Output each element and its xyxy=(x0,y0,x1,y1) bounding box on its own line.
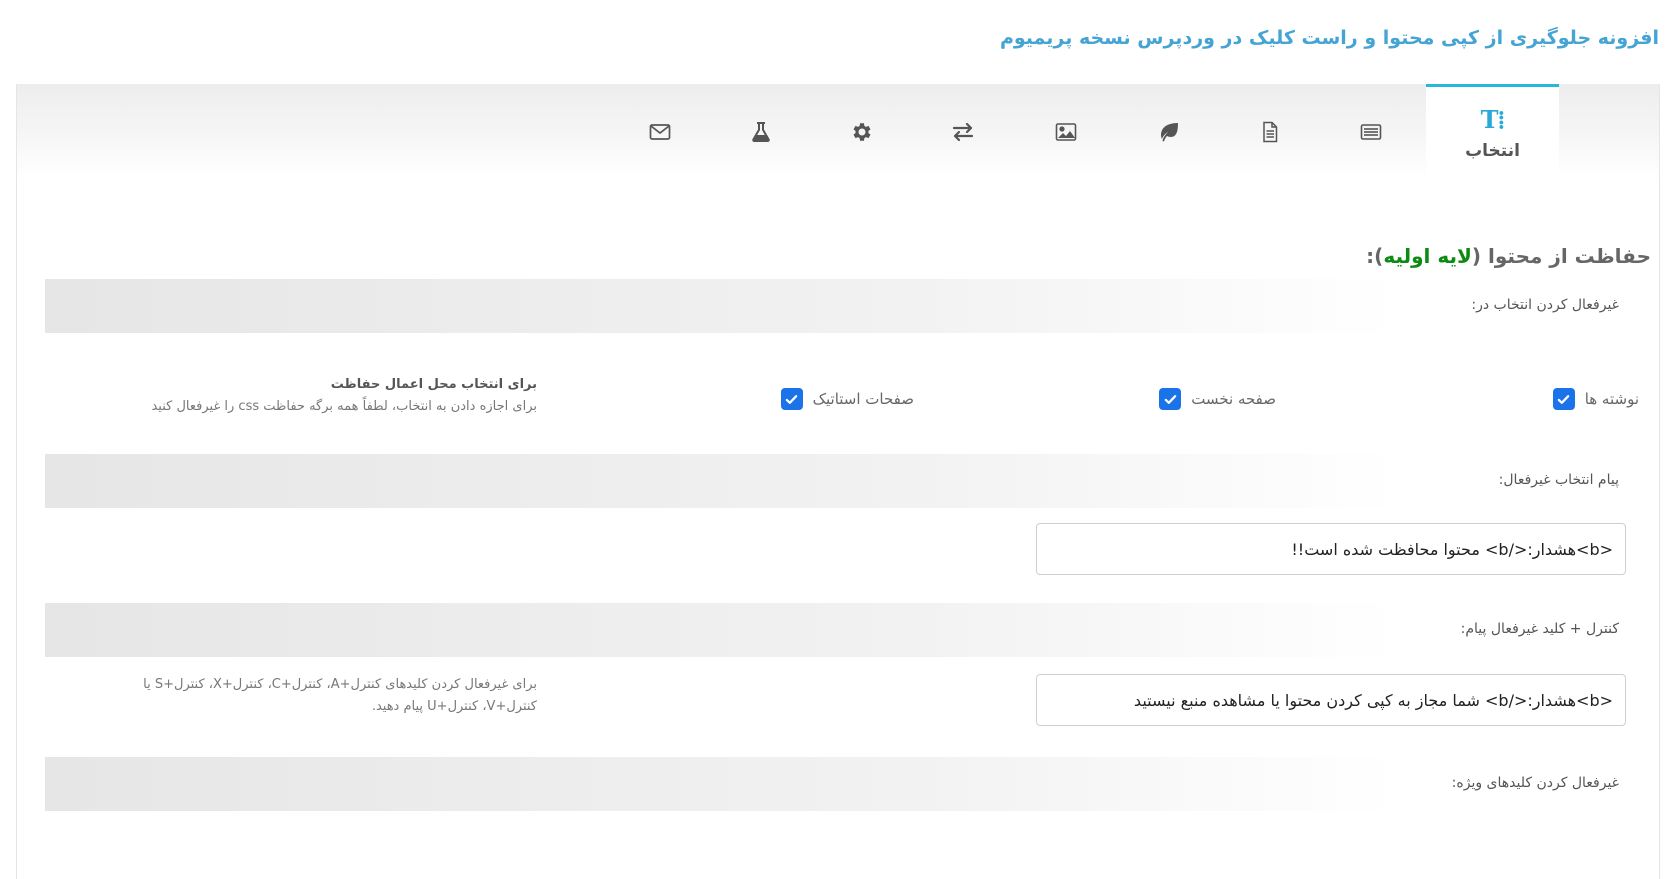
tab-lab[interactable] xyxy=(711,84,811,179)
option-homepage[interactable]: صفحه نخست xyxy=(1159,388,1276,410)
tab-selection[interactable]: T⁞ انتخاب xyxy=(1426,84,1559,179)
help-title: برای انتخاب محل اعمال حفاظت xyxy=(330,377,537,392)
image-icon xyxy=(1055,122,1077,141)
tab-bar: T⁞ انتخاب xyxy=(17,84,1659,179)
tab-image[interactable] xyxy=(1016,84,1116,179)
ctrl-message-label: کنترل + کلید غیرفعال پیام: xyxy=(1460,621,1619,637)
posts-label: نوشته ها xyxy=(1584,390,1639,408)
tab-leaf[interactable] xyxy=(1119,84,1219,179)
selection-message-input[interactable] xyxy=(1036,523,1626,575)
static-pages-label: صفحات استاتیک xyxy=(812,390,914,408)
help-text: برای اجازه دادن به انتخاب، لطفاً همه برگ… xyxy=(151,399,537,414)
tab-settings[interactable] xyxy=(812,84,912,179)
option-posts[interactable]: نوشته ها xyxy=(1552,388,1639,410)
selection-message-label: پیام انتخاب غیرفعال: xyxy=(1498,472,1619,488)
leaf-icon xyxy=(1161,122,1178,141)
homepage-checkbox[interactable] xyxy=(1159,388,1182,410)
flask-icon xyxy=(752,121,770,142)
document-icon xyxy=(1263,121,1278,142)
tab-mail[interactable] xyxy=(610,84,710,179)
special-keys-label: غیرفعال کردن کلیدهای ویژه: xyxy=(1451,775,1619,791)
transfer-arrows-icon xyxy=(952,122,974,141)
tab-list[interactable] xyxy=(1321,84,1421,179)
mail-icon xyxy=(649,123,671,140)
disable-selection-header: غیرفعال کردن انتخاب در: xyxy=(45,279,1635,333)
disable-selection-help: برای انتخاب محل اعمال حفاظت برای اجازه د… xyxy=(107,374,537,418)
ctrl-help-line2: کنترل+V، کنترل+U پیام دهید. xyxy=(371,699,537,714)
static-pages-checkbox[interactable] xyxy=(780,388,803,410)
special-keys-header: غیرفعال کردن کلیدهای ویژه: xyxy=(45,757,1635,811)
tab-selection-label: انتخاب xyxy=(1465,141,1520,161)
settings-panel: T⁞ انتخاب حفاظت از محتوا (لایه اولیه): غ… xyxy=(16,84,1660,879)
ctrl-message-help: برای غیرفعال کردن کلیدهای کنترل+A، کنترل… xyxy=(107,674,537,718)
list-icon xyxy=(1360,123,1382,140)
gear-icon xyxy=(853,122,871,141)
tab-transfer[interactable] xyxy=(913,84,1013,179)
ctrl-message-header: کنترل + کلید غیرفعال پیام: xyxy=(45,603,1635,657)
plugin-title: افزونه جلوگیری از کپی محتوا و راست کلیک … xyxy=(999,27,1659,49)
ctrl-message-input[interactable] xyxy=(1036,674,1626,726)
tab-document[interactable] xyxy=(1220,84,1320,179)
section-title: حفاظت از محتوا (لایه اولیه): xyxy=(1366,244,1651,268)
selection-message-header: پیام انتخاب غیرفعال: xyxy=(45,454,1635,508)
ctrl-help-line1: برای غیرفعال کردن کلیدهای کنترل+A، کنترل… xyxy=(143,677,537,692)
checkmark-icon xyxy=(785,394,798,404)
homepage-label: صفحه نخست xyxy=(1191,390,1276,408)
option-static-pages[interactable]: صفحات استاتیک xyxy=(780,388,914,410)
disable-selection-label: غیرفعال کردن انتخاب در: xyxy=(1471,297,1619,313)
posts-checkbox[interactable] xyxy=(1552,388,1575,410)
text-select-icon: T⁞ xyxy=(1480,105,1506,134)
checkmark-icon xyxy=(1557,394,1570,404)
checkmark-icon xyxy=(1164,394,1177,404)
